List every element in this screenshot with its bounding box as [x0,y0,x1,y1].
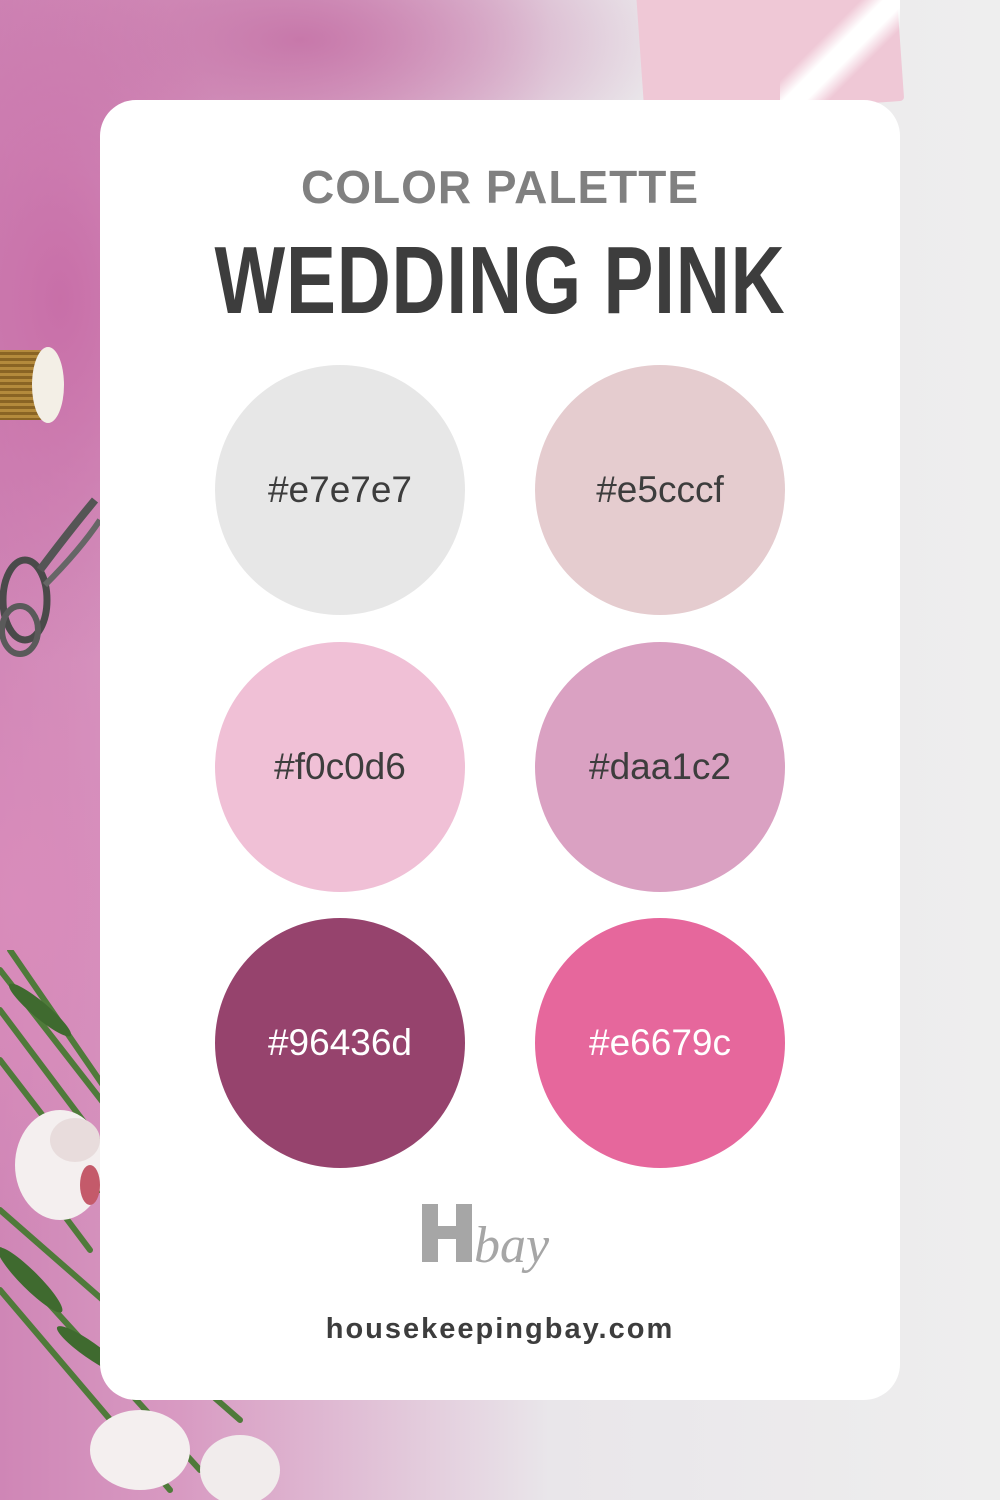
hbay-logo: bay [422,1204,550,1274]
color-swatch: #e7e7e7 [215,365,465,615]
palette-subtitle: COLOR PALETTE [300,161,700,213]
color-swatch: #e5cccf [535,365,785,615]
palette-title: WEDDING PINK [214,227,786,334]
swatch-hex-label: #e5cccf [596,469,724,510]
swatch-hex-label: #f0c0d6 [274,746,406,787]
svg-text:bay: bay [474,1217,550,1274]
scissors-decoration [0,497,103,657]
website-url: housekeepingbay.com [325,1313,675,1345]
swatch-hex-label: #e7e7e7 [267,469,413,510]
color-swatch: #daa1c2 [535,642,785,892]
color-swatch: #96436d [215,918,465,1168]
swatch-hex-label: #e6679c [589,1022,731,1063]
color-swatch: #f0c0d6 [215,642,465,892]
color-swatch: #e6679c [535,918,785,1168]
ribbon-decoration [780,0,900,110]
swatch-hex-label: #daa1c2 [589,746,731,787]
thread-spool-decoration [0,347,64,423]
swatch-hex-label: #96436d [267,1022,413,1063]
